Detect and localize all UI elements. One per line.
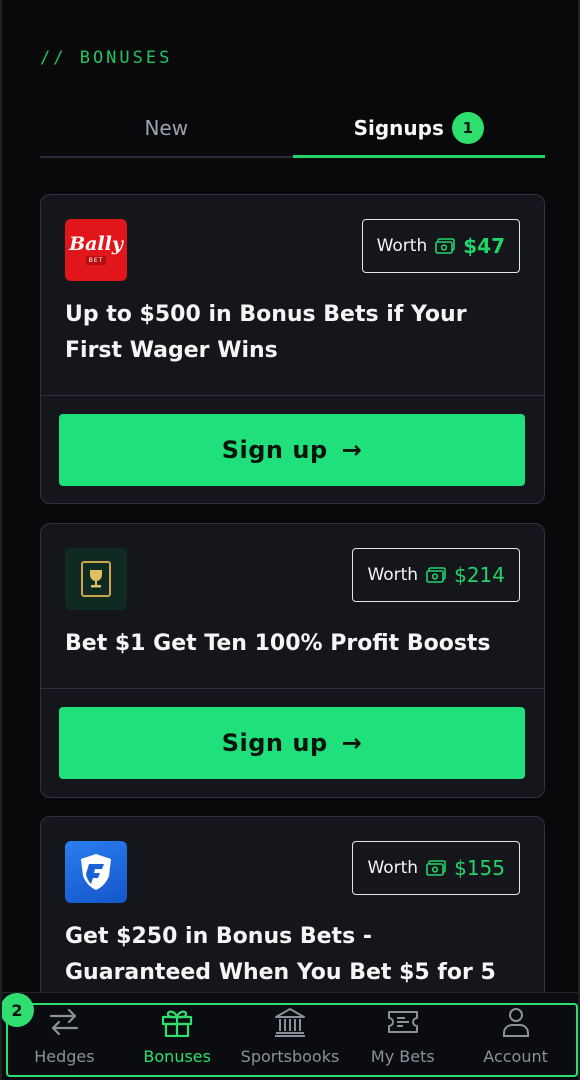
sign-up-button[interactable]: Sign up → — [59, 414, 525, 486]
offer-title: Up to $500 in Bonus Bets if Your First W… — [65, 302, 467, 363]
bally-logo-subtext: BET — [85, 256, 107, 265]
nav-label: Sportsbooks — [240, 1047, 340, 1066]
trophy-logo — [65, 548, 127, 610]
worth-value: $47 — [463, 234, 505, 258]
bonus-tabs: New Signups 1 — [40, 100, 545, 158]
bonuses-screen: // BONUSES New Signups 1 Bally BET Worth… — [0, 0, 580, 1080]
tab-signups-label: Signups — [353, 115, 444, 140]
tab-signups[interactable]: Signups 1 — [292, 100, 545, 158]
arrow-right-icon: → — [341, 436, 363, 464]
sign-up-button[interactable]: Sign up → — [59, 707, 525, 779]
swap-arrows-icon — [47, 1007, 81, 1041]
bally-logo-text: Bally — [69, 233, 123, 255]
fanduel-shield-logo — [65, 841, 127, 903]
offer-card: Bally BET Worth $47 Up to $500 in Bonus … — [40, 194, 545, 504]
nav-label: Hedges — [34, 1047, 95, 1066]
gift-icon — [160, 1007, 194, 1041]
offer-card-footer: Sign up → — [41, 688, 544, 795]
trophy-icon — [81, 561, 111, 597]
tab-new[interactable]: New — [40, 100, 293, 158]
money-icon — [435, 238, 456, 254]
bottom-nav: 2 Hedges Bonuses Sportsbooks My Bets Acc… — [2, 992, 578, 1080]
sign-up-label: Sign up — [221, 729, 328, 757]
worth-badge: Worth $214 — [352, 548, 520, 602]
step-badge-1: 1 — [451, 111, 484, 144]
bally-bet-logo: Bally BET — [65, 219, 127, 281]
bank-icon — [273, 1007, 307, 1041]
user-icon — [499, 1007, 533, 1041]
sign-up-label: Sign up — [221, 436, 328, 464]
arrow-right-icon: → — [341, 729, 363, 757]
worth-badge: Worth $155 — [352, 841, 520, 895]
tab-new-label: New — [144, 116, 189, 140]
worth-label: Worth — [367, 565, 419, 585]
nav-label: Bonuses — [143, 1047, 211, 1066]
nav-label: My Bets — [370, 1047, 435, 1066]
nav-item-hedges[interactable]: Hedges — [8, 1005, 121, 1077]
offer-card: Worth $214 Bet $1 Get Ten 100% Profit Bo… — [40, 523, 545, 798]
offer-title: Bet $1 Get Ten 100% Profit Boosts — [65, 631, 491, 656]
worth-badge: Worth $47 — [361, 219, 520, 273]
nav-item-bonuses[interactable]: Bonuses — [121, 1005, 234, 1077]
nav-item-account[interactable]: Account — [459, 1005, 572, 1077]
worth-label: Worth — [376, 236, 428, 256]
money-icon — [426, 567, 446, 583]
nav-item-my-bets[interactable]: My Bets — [346, 1005, 459, 1077]
worth-value: $155 — [454, 856, 505, 880]
worth-value: $214 — [454, 563, 505, 587]
nav-label: Account — [483, 1047, 548, 1066]
ticket-icon — [386, 1007, 420, 1041]
money-icon — [426, 860, 446, 876]
section-label: // BONUSES — [40, 48, 173, 68]
offer-card-footer: Sign up → — [41, 395, 544, 502]
worth-label: Worth — [367, 858, 419, 878]
nav-item-sportsbooks[interactable]: Sportsbooks — [234, 1005, 347, 1077]
